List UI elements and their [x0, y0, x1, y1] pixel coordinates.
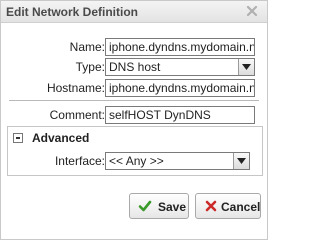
save-button[interactable]: Save	[129, 193, 189, 219]
type-selected-value: DNS host	[109, 60, 161, 74]
hostname-field[interactable]: iphone.dyndns.mydomain.ne	[105, 79, 255, 97]
check-icon	[138, 199, 152, 216]
comment-row: Comment: selfHOST DynDNS	[1, 106, 269, 124]
collapse-icon[interactable]	[13, 133, 23, 143]
comment-label: Comment:	[49, 108, 105, 122]
interface-select[interactable]: << Any >>	[105, 152, 250, 170]
type-label: Type:	[75, 60, 105, 74]
interface-row: Interface: << Any >>	[1, 152, 269, 170]
divider	[9, 100, 259, 101]
dialog-titlebar: Edit Network Definition	[1, 1, 267, 23]
name-label: Name:	[69, 40, 105, 54]
x-icon	[204, 199, 218, 216]
edit-network-dialog: Edit Network Definition Name: iphone.dyn…	[0, 0, 268, 240]
interface-selected-value: << Any >>	[109, 154, 164, 168]
type-select[interactable]: DNS host	[105, 58, 255, 76]
name-field[interactable]: iphone.dyndns.mydomain.ne	[105, 38, 255, 56]
advanced-title: Advanced	[32, 131, 90, 145]
dialog-title: Edit Network Definition	[6, 5, 138, 19]
chevron-down-icon[interactable]	[233, 153, 249, 169]
chevron-down-icon[interactable]	[238, 59, 254, 75]
cancel-label: Cancel	[221, 200, 261, 214]
cancel-button[interactable]: Cancel	[195, 193, 261, 219]
save-label: Save	[158, 200, 187, 214]
interface-label: Interface:	[54, 154, 105, 168]
close-icon[interactable]	[244, 3, 260, 19]
comment-field[interactable]: selfHOST DynDNS	[105, 106, 255, 124]
hostname-row: Hostname: iphone.dyndns.mydomain.ne	[1, 79, 269, 97]
name-row: Name: iphone.dyndns.mydomain.ne	[1, 38, 269, 56]
hostname-label: Hostname:	[46, 81, 105, 95]
type-row: Type: DNS host	[1, 58, 269, 76]
